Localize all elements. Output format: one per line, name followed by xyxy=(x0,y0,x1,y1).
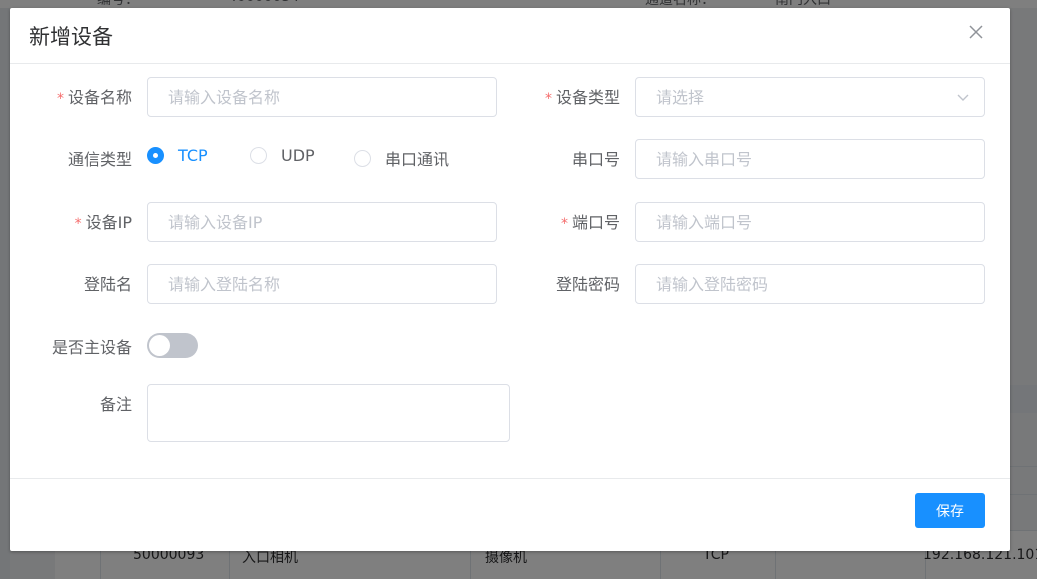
radio-indicator xyxy=(250,147,267,164)
radio-udp[interactable]: UDP xyxy=(250,146,315,165)
device-type-select-input[interactable] xyxy=(635,77,985,117)
save-button[interactable]: 保存 xyxy=(915,493,985,528)
switch-knob xyxy=(149,335,170,356)
remark-textarea[interactable] xyxy=(147,384,510,442)
radio-tcp[interactable]: TCP xyxy=(147,146,208,165)
device-type-select[interactable] xyxy=(635,77,985,117)
device-ip-input[interactable] xyxy=(147,202,497,242)
chevron-down-icon xyxy=(957,94,969,101)
close-icon xyxy=(969,25,983,39)
radio-indicator xyxy=(354,149,371,167)
required-mark: * xyxy=(560,216,568,232)
serial-port-label: 串口号 xyxy=(571,150,620,169)
port-input[interactable] xyxy=(635,202,985,242)
login-password-input[interactable] xyxy=(635,264,985,304)
remark-label: 备注 xyxy=(99,395,132,414)
radio-label: UDP xyxy=(281,146,315,165)
dialog-footer: 保存 xyxy=(10,478,1010,551)
close-button[interactable] xyxy=(966,22,986,42)
dialog-title: 新增设备 xyxy=(29,25,113,49)
radio-indicator xyxy=(147,147,164,164)
required-mark: * xyxy=(56,91,64,107)
device-ip-label: * 设备IP xyxy=(74,213,132,232)
required-mark: * xyxy=(544,91,552,107)
login-password-label: 登陆密码 xyxy=(555,275,620,294)
login-name-label: 登陆名 xyxy=(83,275,132,294)
port-label: * 端口号 xyxy=(560,213,620,232)
radio-label: 串口通讯 xyxy=(385,150,450,169)
device-name-input[interactable] xyxy=(147,77,497,117)
comm-type-label: 通信类型 xyxy=(67,150,132,169)
required-mark: * xyxy=(74,216,82,232)
is-main-device-label: 是否主设备 xyxy=(51,338,132,357)
device-name-label: * 设备名称 xyxy=(56,88,132,107)
device-type-label: * 设备类型 xyxy=(544,88,620,107)
add-device-dialog: 新增设备 *设备名称 *设备类型 通信类型 TCP UDP 串口通讯 串口号 *… xyxy=(10,8,1010,551)
is-main-device-switch[interactable] xyxy=(147,333,198,358)
radio-serial[interactable]: 串口通讯 xyxy=(354,146,449,170)
serial-port-input[interactable] xyxy=(635,139,985,179)
radio-label: TCP xyxy=(178,146,208,165)
dialog-header: 新增设备 xyxy=(10,8,1010,64)
login-name-input[interactable] xyxy=(147,264,497,304)
